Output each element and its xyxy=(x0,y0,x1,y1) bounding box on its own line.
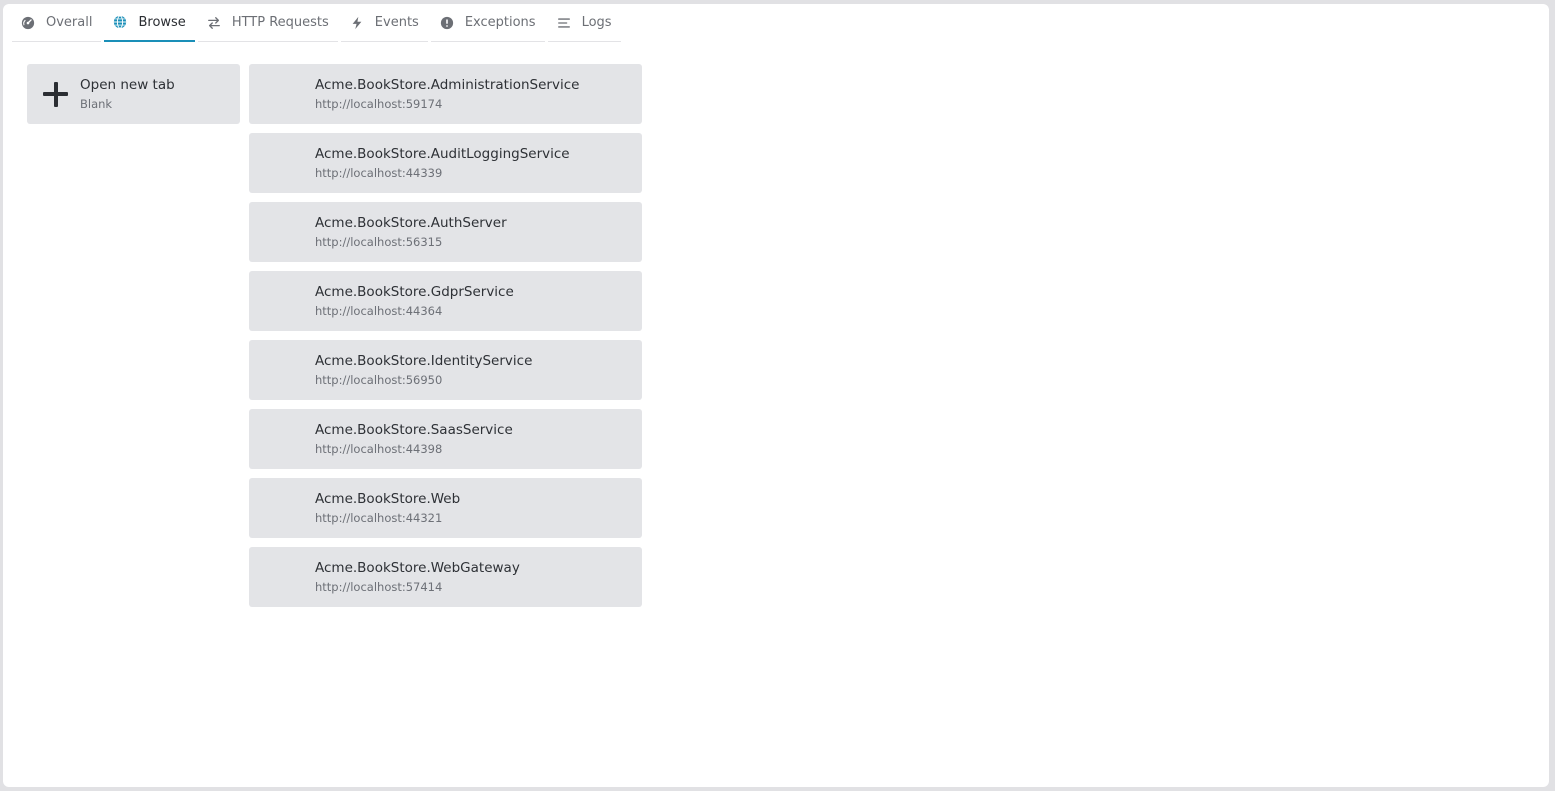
service-text: Acme.BookStore.AdministrationService htt… xyxy=(315,76,579,112)
service-text: Acme.BookStore.GdprService http://localh… xyxy=(315,283,514,319)
tab-label: Overall xyxy=(46,15,93,30)
service-name: Acme.BookStore.IdentityService xyxy=(315,353,533,369)
lightning-icon xyxy=(350,16,364,30)
tab-label: Logs xyxy=(581,15,612,30)
dashboard-icon xyxy=(21,16,35,30)
service-name: Acme.BookStore.AuthServer xyxy=(315,215,507,231)
service-url: http://localhost:44339 xyxy=(315,166,443,180)
service-card-web-gateway[interactable]: Acme.BookStore.WebGateway http://localho… xyxy=(249,547,642,607)
new-tab-title: Open new tab xyxy=(80,77,175,93)
new-tab-subtitle: Blank xyxy=(80,97,113,111)
service-name: Acme.BookStore.WebGateway xyxy=(315,560,520,576)
service-text: Acme.BookStore.Web http://localhost:4432… xyxy=(315,490,460,526)
tab-label: HTTP Requests xyxy=(231,15,329,30)
service-card-web[interactable]: Acme.BookStore.Web http://localhost:4432… xyxy=(249,478,642,538)
service-url: http://localhost:44321 xyxy=(315,511,443,525)
open-new-tab-button[interactable]: Open new tab Blank xyxy=(27,64,240,124)
service-name: Acme.BookStore.SaasService xyxy=(315,422,513,438)
service-text: Acme.BookStore.SaasService http://localh… xyxy=(315,421,513,457)
service-text: Acme.BookStore.IdentityService http://lo… xyxy=(315,352,532,388)
tab-logs[interactable]: Logs xyxy=(547,4,621,42)
tab-exceptions[interactable]: Exceptions xyxy=(430,4,545,42)
service-name: Acme.BookStore.Web xyxy=(315,491,461,507)
tab-browse[interactable]: Browse xyxy=(104,4,195,42)
service-card-audit-logging[interactable]: Acme.BookStore.AuditLoggingService http:… xyxy=(249,133,642,193)
service-url: http://localhost:59174 xyxy=(315,97,443,111)
tab-label: Browse xyxy=(138,14,186,30)
service-card-administration[interactable]: Acme.BookStore.AdministrationService htt… xyxy=(249,64,642,124)
service-url: http://localhost:57414 xyxy=(315,580,443,594)
service-list: Acme.BookStore.AdministrationService htt… xyxy=(249,64,642,616)
service-text: Acme.BookStore.WebGateway http://localho… xyxy=(315,559,520,595)
tab-events[interactable]: Events xyxy=(340,4,428,42)
browse-panel: Open new tab Blank Acme.BookStore.Admini… xyxy=(27,64,642,616)
app-window: Overall Browse HTTP Requests Events Exce… xyxy=(3,4,1549,787)
service-card-saas[interactable]: Acme.BookStore.SaasService http://localh… xyxy=(249,409,642,469)
service-card-gdpr[interactable]: Acme.BookStore.GdprService http://localh… xyxy=(249,271,642,331)
service-card-auth-server[interactable]: Acme.BookStore.AuthServer http://localho… xyxy=(249,202,642,262)
service-name: Acme.BookStore.AuditLoggingService xyxy=(315,146,570,162)
plus-icon xyxy=(43,81,68,107)
tab-label: Events xyxy=(374,15,419,30)
new-tab-text: Open new tab Blank xyxy=(80,76,175,112)
tab-label: Exceptions xyxy=(464,15,536,30)
arrows-exchange-icon xyxy=(207,16,221,30)
service-text: Acme.BookStore.AuditLoggingService http:… xyxy=(315,145,570,181)
tab-bar: Overall Browse HTTP Requests Events Exce… xyxy=(12,4,624,42)
exclamation-circle-icon xyxy=(440,16,454,30)
service-url: http://localhost:56950 xyxy=(315,373,443,387)
service-text: Acme.BookStore.AuthServer http://localho… xyxy=(315,214,507,250)
lines-icon xyxy=(557,16,571,30)
service-name: Acme.BookStore.AdministrationService xyxy=(315,77,580,93)
service-card-identity[interactable]: Acme.BookStore.IdentityService http://lo… xyxy=(249,340,642,400)
service-url: http://localhost:44398 xyxy=(315,442,443,456)
service-url: http://localhost:56315 xyxy=(315,235,443,249)
tab-http-requests[interactable]: HTTP Requests xyxy=(197,4,338,42)
tab-overall[interactable]: Overall xyxy=(12,4,102,42)
service-url: http://localhost:44364 xyxy=(315,304,443,318)
service-name: Acme.BookStore.GdprService xyxy=(315,284,514,300)
globe-icon xyxy=(113,15,127,29)
